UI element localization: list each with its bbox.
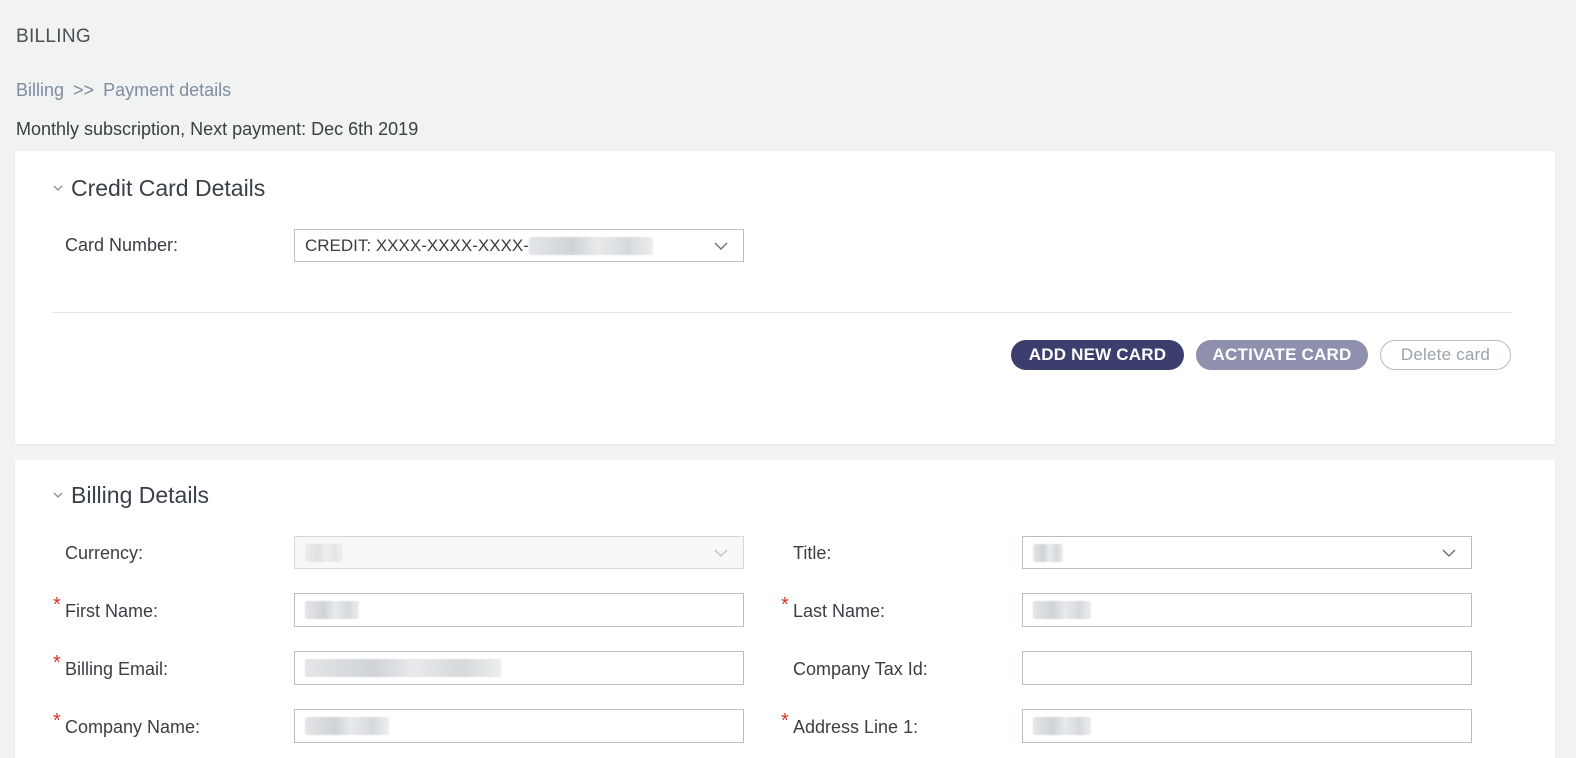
billing-details-panel: Billing Details Currency: Title: * First… [15, 460, 1555, 758]
chevron-down-icon [714, 242, 728, 251]
subscription-info: Monthly subscription, Next payment: Dec … [16, 119, 419, 139]
currency-label: Currency: [65, 543, 144, 563]
billing-details-header[interactable]: Billing Details [53, 482, 209, 509]
company-name-label: Company Name: [65, 717, 201, 737]
add-new-card-button[interactable]: ADD NEW CARD [1011, 340, 1184, 370]
breadcrumb-root-link[interactable]: Billing [16, 80, 64, 100]
currency-value [305, 543, 343, 562]
chevron-down-icon[interactable] [53, 490, 63, 500]
last-name-value [1033, 601, 1091, 619]
required-marker: * [781, 594, 789, 616]
company-tax-id-field[interactable] [1022, 651, 1472, 685]
chevron-down-icon [1442, 549, 1456, 558]
credit-card-title: Credit Card Details [71, 175, 266, 201]
chevron-down-icon[interactable] [53, 183, 63, 193]
breadcrumb-current: Payment details [103, 80, 232, 100]
title-label: Title: [793, 543, 832, 563]
chevron-down-icon [714, 549, 728, 558]
billing-details-title: Billing Details [71, 482, 210, 508]
billing-email-label: Billing Email: [65, 659, 169, 679]
credit-card-header[interactable]: Credit Card Details [53, 175, 265, 202]
company-name-field[interactable] [294, 709, 744, 743]
address-line-1-value [1033, 717, 1091, 735]
billing-email-value [305, 659, 501, 677]
address-line-1-field[interactable] [1022, 709, 1472, 743]
card-number-value: CREDIT: XXXX-XXXX-XXXX- [305, 235, 529, 255]
first-name-field[interactable] [294, 593, 744, 627]
title-value [1033, 543, 1063, 562]
card-number-label: Card Number: [65, 235, 179, 255]
redacted-card-digits [528, 236, 653, 255]
credit-card-panel: Credit Card Details Card Number: CREDIT:… [15, 151, 1555, 444]
page-title: BILLING [16, 26, 91, 47]
breadcrumb-separator: >> [73, 80, 95, 100]
address-line-1-label: Address Line 1: [793, 717, 919, 737]
activate-card-button[interactable]: ACTIVATE CARD [1196, 340, 1368, 370]
required-marker: * [781, 710, 789, 732]
breadcrumb: Billing >> Payment details [16, 80, 235, 101]
delete-card-button[interactable]: Delete card [1380, 340, 1511, 370]
card-number-select[interactable]: CREDIT: XXXX-XXXX-XXXX- [294, 229, 744, 262]
required-marker: * [53, 652, 61, 674]
currency-select[interactable] [294, 536, 744, 569]
divider [53, 312, 1511, 313]
required-marker: * [53, 710, 61, 732]
company-name-value [305, 717, 389, 735]
company-tax-id-label: Company Tax Id: [793, 659, 928, 679]
last-name-label: Last Name: [793, 601, 886, 621]
required-marker: * [53, 594, 61, 616]
billing-email-field[interactable] [294, 651, 744, 685]
first-name-label: First Name: [65, 601, 159, 621]
last-name-field[interactable] [1022, 593, 1472, 627]
title-select[interactable] [1022, 536, 1472, 569]
first-name-value [305, 601, 359, 619]
